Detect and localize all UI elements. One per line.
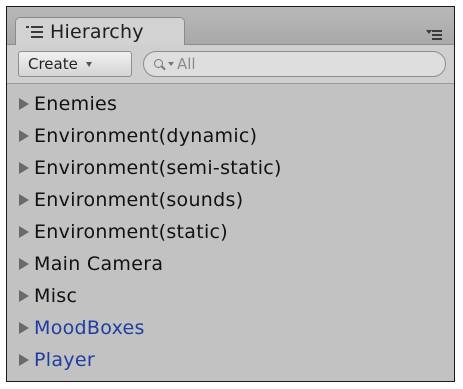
hierarchy-item-environment-semi-static[interactable]: Environment(semi-static) (7, 152, 454, 184)
hierarchy-item-label: MoodBoxes (34, 317, 145, 339)
tab-strip: Hierarchy (7, 7, 454, 46)
panel-menu-icon[interactable] (426, 29, 442, 41)
hierarchy-item-environment-dynamic[interactable]: Environment(dynamic) (7, 120, 454, 152)
hierarchy-item-label: Player (34, 349, 95, 371)
foldout-arrow-icon[interactable] (19, 322, 29, 334)
foldout-arrow-icon[interactable] (19, 258, 29, 270)
search-field[interactable] (143, 51, 446, 77)
foldout-arrow-icon[interactable] (19, 130, 29, 142)
hierarchy-item-environment-static[interactable]: Environment(static) (7, 216, 454, 248)
search-filter-caret-icon[interactable] (168, 62, 174, 66)
hierarchy-item-player[interactable]: Player (7, 344, 454, 376)
hierarchy-item-environment-sounds[interactable]: Environment(sounds) (7, 184, 454, 216)
foldout-arrow-icon[interactable] (19, 290, 29, 302)
foldout-arrow-icon[interactable] (19, 354, 29, 366)
chevron-down-icon (85, 61, 92, 67)
tab-hierarchy[interactable]: Hierarchy (15, 17, 185, 46)
hierarchy-item-label: Environment(dynamic) (34, 125, 258, 147)
search-icon[interactable] (153, 57, 167, 71)
hierarchy-item-label: Environment(semi-static) (34, 157, 282, 179)
hierarchy-list: Enemies Environment(dynamic) Environment… (7, 84, 454, 381)
hierarchy-item-label: Misc (34, 285, 78, 307)
hierarchy-item-label: Environment(static) (34, 221, 229, 243)
hierarchy-item-enemies[interactable]: Enemies (7, 88, 454, 120)
tab-title: Hierarchy (50, 21, 144, 43)
hierarchy-item-label: Enemies (34, 93, 118, 115)
hierarchy-item-misc[interactable]: Misc (7, 280, 454, 312)
hierarchy-list-icon (26, 25, 44, 39)
hierarchy-item-main-camera[interactable]: Main Camera (7, 248, 454, 280)
hierarchy-toolbar: Create (7, 45, 454, 84)
foldout-arrow-icon[interactable] (19, 162, 29, 174)
foldout-arrow-icon[interactable] (19, 226, 29, 238)
create-dropdown-button[interactable]: Create (18, 51, 132, 77)
create-label: Create (28, 55, 78, 73)
foldout-arrow-icon[interactable] (19, 98, 29, 110)
hierarchy-item-moodboxes[interactable]: MoodBoxes (7, 312, 454, 344)
hierarchy-item-label: Environment(sounds) (34, 189, 244, 211)
foldout-arrow-icon[interactable] (19, 194, 29, 206)
hierarchy-item-label: Main Camera (34, 253, 164, 275)
search-input[interactable] (177, 55, 417, 73)
hierarchy-window: Hierarchy Create Enemies (6, 6, 455, 382)
